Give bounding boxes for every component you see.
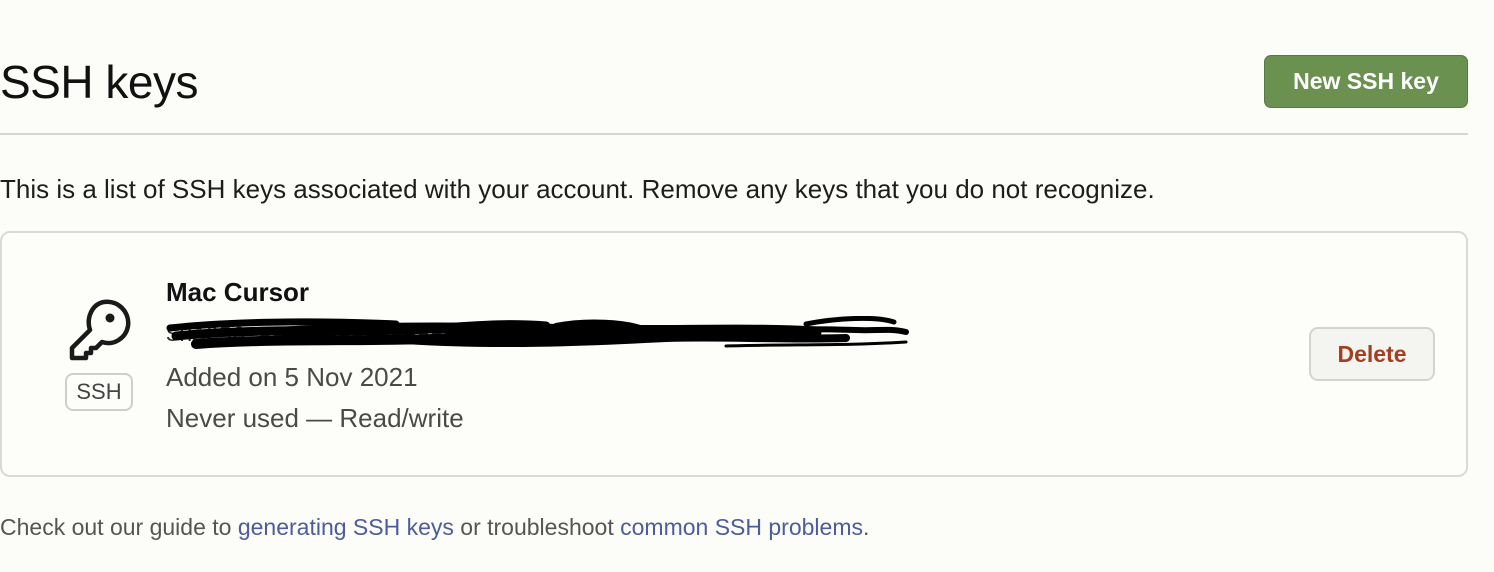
- footer-suffix: .: [862, 514, 870, 540]
- ssh-keys-page: SSH keys New SSH key This is a list of S…: [0, 0, 1494, 572]
- footer-prefix: Check out our guide to: [0, 514, 238, 540]
- key-icon: [69, 299, 131, 361]
- new-ssh-key-button[interactable]: New SSH key: [1264, 55, 1468, 108]
- page-title: SSH keys: [0, 56, 198, 108]
- title-divider: [0, 133, 1468, 135]
- footer-middle: or troubleshoot: [453, 514, 621, 540]
- delete-key-button[interactable]: Delete: [1309, 327, 1435, 381]
- ssh-type-badge: SSH: [65, 373, 133, 411]
- common-ssh-problems-link[interactable]: common SSH problems: [620, 514, 863, 540]
- help-footer: Check out our guide to generating SSH ke…: [0, 510, 869, 544]
- key-title: Mac Cursor: [166, 277, 310, 307]
- redaction-scribble: [166, 316, 909, 349]
- page-description: This is a list of SSH keys associated wi…: [0, 174, 1155, 204]
- key-usage: Never used — Read/write: [166, 403, 464, 433]
- generating-ssh-keys-link[interactable]: generating SSH keys: [238, 514, 454, 540]
- key-added-date: Added on 5 Nov 2021: [166, 362, 418, 392]
- key-fingerprint: SHA256:●●●●●●●●●●●●●●●●●●●●●●●●●●●●●●●●●…: [166, 316, 916, 356]
